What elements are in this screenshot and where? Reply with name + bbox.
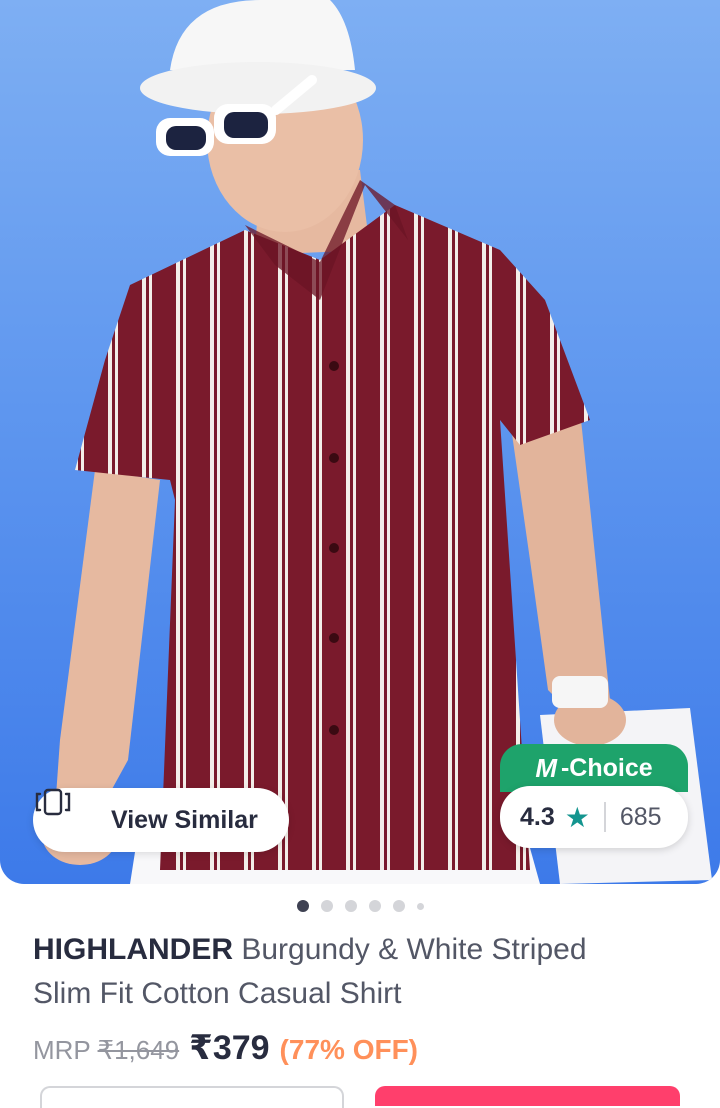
view-similar-button[interactable]: View Similar [33,788,289,852]
m-choice-label: -Choice [560,753,653,782]
rating-widget[interactable]: M -Choice 4.3 ★ 685 [500,744,688,848]
wishlist-button[interactable] [40,1086,344,1108]
mrp-label: MRP [33,1035,91,1065]
product-name-line2: Slim Fit Cotton Casual Shirt [33,977,402,1010]
rating-count: 685 [619,802,662,831]
brand-name[interactable]: HIGHLANDER [33,933,233,966]
carousel-dot[interactable] [320,900,333,912]
mrp: MRP ₹1,649 [33,1035,179,1066]
discount-label: (77% OFF) [279,1034,419,1065]
m-choice-badge: M -Choice [500,744,688,792]
carousel-dot[interactable] [392,900,405,912]
product-title: HIGHLANDER Burgundy & White Striped Slim… [33,928,693,1016]
carousel-dot-active[interactable] [296,900,309,912]
product-name-line1: Burgundy & White Striped [241,933,587,966]
view-similar-label: View Similar [111,805,258,834]
product-image-carousel[interactable]: View Similar M -Choice 4.3 ★ 685 [0,0,720,884]
selling-price: ₹379 [189,1029,270,1067]
carousel-dot-more [416,902,424,910]
rating-divider [603,802,606,832]
add-to-bag-button[interactable] [375,1086,680,1106]
mrp-value: ₹1,649 [97,1035,180,1065]
m-choice-logo: M [535,752,557,783]
rating-pill[interactable]: 4.3 ★ 685 [500,786,688,848]
carousel-dot[interactable] [344,900,357,912]
rating-score: 4.3 [520,802,555,831]
star-icon: ★ [564,801,590,833]
carousel-dot[interactable] [368,900,381,912]
similar-items-icon [35,788,97,834]
price-row: MRP ₹1,649 ₹379 (77% OFF) [33,1028,418,1068]
carousel-indicator [0,900,720,912]
